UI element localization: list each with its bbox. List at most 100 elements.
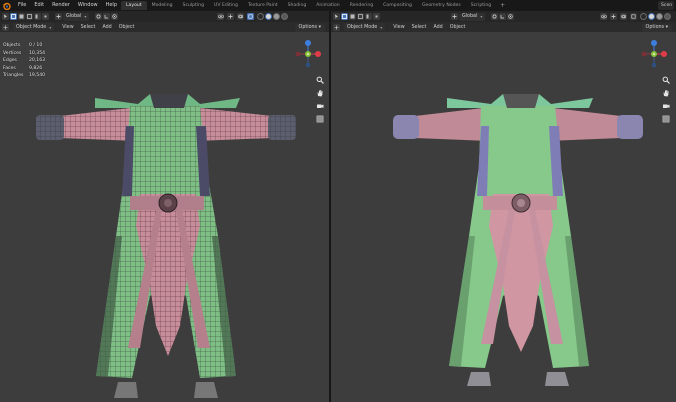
- stat-row: Triangles 19,540: [3, 72, 45, 80]
- menu-edit[interactable]: Edit: [30, 0, 48, 11]
- shading-mode-group: [640, 13, 672, 20]
- tab-shading[interactable]: Shading: [283, 1, 312, 10]
- options-button[interactable]: Options ▾: [641, 23, 672, 32]
- select-box-icon[interactable]: [10, 13, 17, 20]
- transform-orientation-icon[interactable]: [55, 13, 62, 20]
- pivot-point-icon[interactable]: [95, 13, 103, 20]
- scene-statistics: Objects 0 / 10 Vertices 10,354 Edges 20,163…: [3, 42, 45, 80]
- tab-texture-paint[interactable]: Texture Paint: [243, 1, 283, 10]
- shading-mode-group: [257, 13, 289, 20]
- wireframe-shading-icon[interactable]: [640, 13, 647, 20]
- rendered-shading-icon[interactable]: [281, 13, 288, 20]
- mode-label: Object Mode: [347, 24, 378, 30]
- pivot-point-icon[interactable]: [491, 13, 499, 20]
- chevron-down-icon: ▾: [380, 24, 383, 30]
- options-button[interactable]: Options ▾: [294, 23, 325, 32]
- stat-row: Objects 0 / 10: [3, 42, 45, 50]
- menu-object[interactable]: Object: [450, 25, 466, 30]
- cursor-tool-icon[interactable]: [333, 13, 340, 20]
- zoom-icon[interactable]: [661, 75, 671, 85]
- blender-logo-icon[interactable]: [1, 1, 11, 10]
- menu-file[interactable]: File: [14, 0, 30, 11]
- wireframe-shading-icon[interactable]: [257, 13, 264, 20]
- menu-select[interactable]: Select: [81, 25, 96, 30]
- tab-uv-editing[interactable]: UV Editing: [209, 1, 243, 10]
- menu-view[interactable]: View: [393, 25, 404, 30]
- select-extend-icon[interactable]: [349, 13, 356, 20]
- navigation-gizmo[interactable]: [294, 40, 322, 68]
- menu-render[interactable]: Render: [48, 0, 74, 11]
- select-subtract-icon[interactable]: [26, 13, 33, 20]
- mode-label: Object Mode: [16, 24, 47, 30]
- select-mode-group: [341, 13, 381, 20]
- editor-type-icon[interactable]: [333, 23, 340, 31]
- stat-label: Edges: [3, 58, 17, 64]
- menu-view[interactable]: View: [62, 25, 73, 30]
- tab-geometry-nodes[interactable]: Geometry Nodes: [417, 1, 466, 10]
- menu-add[interactable]: Add: [102, 25, 111, 30]
- visibility-icon[interactable]: [600, 13, 607, 20]
- stat-label: Faces: [3, 65, 16, 71]
- menu-add[interactable]: Add: [433, 25, 442, 30]
- solid-shading-icon[interactable]: [648, 13, 655, 20]
- xray-toggle-icon[interactable]: [630, 13, 637, 20]
- select-intersect-icon[interactable]: [373, 13, 380, 20]
- stat-label: Vertices: [3, 50, 22, 56]
- select-intersect-icon[interactable]: [42, 13, 49, 20]
- stat-row: Faces 9,826: [3, 65, 45, 73]
- menu-object[interactable]: Object: [119, 25, 135, 30]
- viewport-subheader: Object Mode ▾ View Select Add Object Opt…: [331, 22, 676, 32]
- select-subtract-icon[interactable]: [357, 13, 364, 20]
- proportional-edit-icon[interactable]: [507, 13, 515, 20]
- options-label: Options: [298, 24, 318, 30]
- orientation-dropdown[interactable]: Global ▾: [63, 12, 90, 21]
- overlays-icon[interactable]: [237, 13, 244, 20]
- visibility-icon[interactable]: [217, 13, 224, 20]
- menu-select[interactable]: Select: [412, 25, 427, 30]
- overlays-icon[interactable]: [620, 13, 627, 20]
- viewport-header: Global ▾: [331, 11, 676, 22]
- select-extend-icon[interactable]: [18, 13, 25, 20]
- transform-orientation-icon[interactable]: [451, 13, 458, 20]
- mode-dropdown[interactable]: Object Mode ▾: [344, 23, 386, 31]
- tab-animation[interactable]: Animation: [311, 1, 344, 10]
- xray-toggle-icon[interactable]: [247, 13, 254, 20]
- stat-label: Objects: [3, 43, 21, 48]
- character-mesh-solid[interactable]: [331, 86, 676, 402]
- material-shading-icon[interactable]: [273, 13, 280, 20]
- stat-value: 10,354: [29, 50, 46, 56]
- proportional-edit-icon[interactable]: [111, 13, 119, 20]
- scene-selector[interactable]: Scen: [658, 1, 674, 10]
- snap-icon[interactable]: [499, 13, 507, 20]
- rendered-shading-icon[interactable]: [664, 13, 671, 20]
- material-shading-icon[interactable]: [656, 13, 663, 20]
- select-invert-icon[interactable]: [34, 13, 41, 20]
- navigation-gizmo[interactable]: [640, 40, 668, 68]
- tab-compositing[interactable]: Compositing: [378, 1, 417, 10]
- tab-layout[interactable]: Layout: [121, 1, 147, 10]
- orientation-dropdown[interactable]: Global ▾: [459, 12, 486, 21]
- select-box-icon[interactable]: [341, 13, 348, 20]
- editor-type-icon[interactable]: [2, 23, 9, 31]
- stat-value: 0 / 10: [29, 43, 43, 48]
- menu-window[interactable]: Window: [74, 0, 102, 11]
- zoom-icon[interactable]: [315, 75, 325, 85]
- tab-modeling[interactable]: Modeling: [147, 1, 178, 10]
- gizmo-toggle-icon[interactable]: [610, 13, 617, 20]
- add-workspace-button[interactable]: +: [496, 2, 509, 9]
- solid-shading-icon[interactable]: [265, 13, 272, 20]
- snap-icon[interactable]: [103, 13, 111, 20]
- character-mesh-wireframe[interactable]: [0, 86, 329, 402]
- tab-sculpting[interactable]: Sculpting: [178, 1, 209, 10]
- tab-scripting[interactable]: Scripting: [466, 1, 496, 10]
- select-invert-icon[interactable]: [365, 13, 372, 20]
- viewport-left[interactable]: Global ▾ Object Mode ▾ View Select Add O…: [0, 11, 329, 402]
- menu-help[interactable]: Help: [102, 0, 121, 11]
- gizmo-toggle-icon[interactable]: [227, 13, 234, 20]
- viewport-right[interactable]: Global ▾ Object Mode ▾ View Select Add O…: [331, 11, 676, 402]
- cursor-tool-icon[interactable]: [2, 13, 9, 20]
- orientation-label: Global: [462, 14, 478, 19]
- mode-dropdown[interactable]: Object Mode ▾: [13, 23, 55, 31]
- orientation-label: Global: [66, 14, 82, 19]
- tab-rendering[interactable]: Rendering: [345, 1, 378, 10]
